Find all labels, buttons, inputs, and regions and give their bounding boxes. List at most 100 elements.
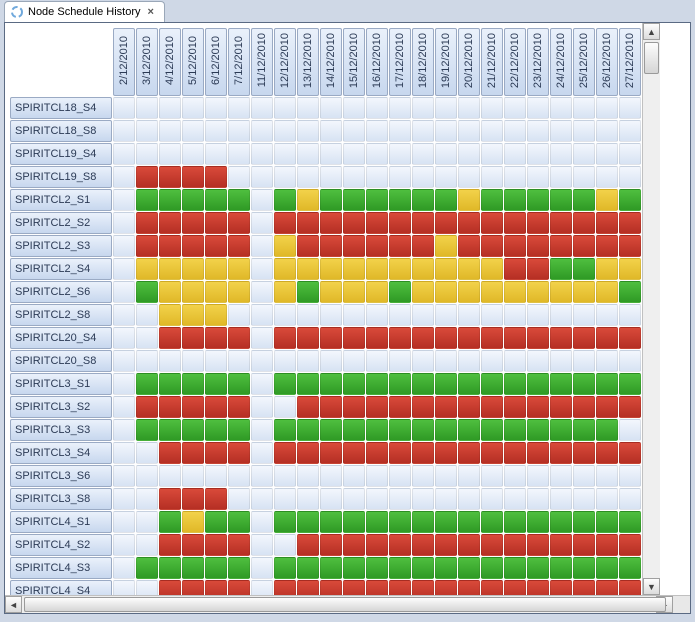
status-cell[interactable] bbox=[228, 511, 250, 533]
status-cell[interactable] bbox=[619, 350, 641, 372]
status-cell[interactable] bbox=[136, 143, 158, 165]
status-cell[interactable] bbox=[228, 373, 250, 395]
status-cell[interactable] bbox=[159, 189, 181, 211]
status-cell[interactable] bbox=[297, 488, 319, 510]
status-cell[interactable] bbox=[136, 465, 158, 487]
status-cell[interactable] bbox=[435, 534, 457, 556]
status-cell[interactable] bbox=[297, 120, 319, 142]
status-cell[interactable] bbox=[205, 212, 227, 234]
status-cell[interactable] bbox=[412, 534, 434, 556]
status-cell[interactable] bbox=[113, 143, 135, 165]
status-cell[interactable] bbox=[573, 143, 595, 165]
status-cell[interactable] bbox=[596, 143, 618, 165]
status-cell[interactable] bbox=[596, 557, 618, 579]
status-cell[interactable] bbox=[136, 396, 158, 418]
date-column-header[interactable]: 5/12/2010 bbox=[182, 28, 204, 96]
status-cell[interactable] bbox=[159, 235, 181, 257]
vertical-scrollbar[interactable]: ▲ ▼ bbox=[642, 23, 660, 595]
node-row-header[interactable]: SPIRITCL20_S4 bbox=[10, 327, 112, 349]
status-cell[interactable] bbox=[412, 511, 434, 533]
status-cell[interactable] bbox=[251, 373, 273, 395]
status-cell[interactable] bbox=[550, 580, 572, 595]
status-cell[interactable] bbox=[527, 442, 549, 464]
status-cell[interactable] bbox=[527, 465, 549, 487]
status-cell[interactable] bbox=[205, 511, 227, 533]
status-cell[interactable] bbox=[297, 511, 319, 533]
status-cell[interactable] bbox=[550, 327, 572, 349]
status-cell[interactable] bbox=[320, 212, 342, 234]
node-row-header[interactable]: SPIRITCL3_S8 bbox=[10, 488, 112, 510]
status-cell[interactable] bbox=[274, 327, 296, 349]
date-column-header[interactable]: 16/12/2010 bbox=[366, 28, 388, 96]
status-cell[interactable] bbox=[228, 304, 250, 326]
status-cell[interactable] bbox=[435, 373, 457, 395]
status-cell[interactable] bbox=[412, 327, 434, 349]
status-cell[interactable] bbox=[435, 511, 457, 533]
status-cell[interactable] bbox=[458, 166, 480, 188]
status-cell[interactable] bbox=[389, 258, 411, 280]
status-cell[interactable] bbox=[527, 557, 549, 579]
status-cell[interactable] bbox=[389, 304, 411, 326]
status-cell[interactable] bbox=[159, 258, 181, 280]
status-cell[interactable] bbox=[343, 97, 365, 119]
status-cell[interactable] bbox=[320, 396, 342, 418]
status-cell[interactable] bbox=[619, 189, 641, 211]
status-cell[interactable] bbox=[389, 488, 411, 510]
status-cell[interactable] bbox=[550, 534, 572, 556]
status-cell[interactable] bbox=[205, 258, 227, 280]
status-cell[interactable] bbox=[113, 120, 135, 142]
status-cell[interactable] bbox=[550, 304, 572, 326]
status-cell[interactable] bbox=[274, 97, 296, 119]
status-cell[interactable] bbox=[159, 97, 181, 119]
status-cell[interactable] bbox=[136, 166, 158, 188]
status-cell[interactable] bbox=[527, 373, 549, 395]
status-cell[interactable] bbox=[550, 442, 572, 464]
status-cell[interactable] bbox=[343, 580, 365, 595]
status-cell[interactable] bbox=[527, 212, 549, 234]
status-cell[interactable] bbox=[596, 511, 618, 533]
status-cell[interactable] bbox=[182, 235, 204, 257]
status-cell[interactable] bbox=[113, 534, 135, 556]
status-cell[interactable] bbox=[504, 580, 526, 595]
status-cell[interactable] bbox=[297, 557, 319, 579]
status-cell[interactable] bbox=[366, 327, 388, 349]
status-cell[interactable] bbox=[297, 350, 319, 372]
status-cell[interactable] bbox=[481, 143, 503, 165]
status-cell[interactable] bbox=[205, 534, 227, 556]
status-cell[interactable] bbox=[274, 281, 296, 303]
status-cell[interactable] bbox=[527, 396, 549, 418]
status-cell[interactable] bbox=[136, 511, 158, 533]
node-row-header[interactable]: SPIRITCL18_S8 bbox=[10, 120, 112, 142]
node-row-header[interactable]: SPIRITCL2_S3 bbox=[10, 235, 112, 257]
status-cell[interactable] bbox=[550, 143, 572, 165]
status-cell[interactable] bbox=[343, 396, 365, 418]
status-cell[interactable] bbox=[435, 235, 457, 257]
status-cell[interactable] bbox=[228, 350, 250, 372]
status-cell[interactable] bbox=[297, 235, 319, 257]
status-cell[interactable] bbox=[320, 350, 342, 372]
status-cell[interactable] bbox=[366, 281, 388, 303]
status-cell[interactable] bbox=[527, 511, 549, 533]
horizontal-scroll-track[interactable] bbox=[22, 596, 656, 613]
status-cell[interactable] bbox=[205, 350, 227, 372]
status-cell[interactable] bbox=[228, 120, 250, 142]
date-column-header[interactable]: 13/12/2010 bbox=[297, 28, 319, 96]
status-cell[interactable] bbox=[435, 465, 457, 487]
status-cell[interactable] bbox=[458, 488, 480, 510]
status-cell[interactable] bbox=[274, 373, 296, 395]
status-cell[interactable] bbox=[573, 235, 595, 257]
status-cell[interactable] bbox=[205, 189, 227, 211]
status-cell[interactable] bbox=[297, 143, 319, 165]
status-cell[interactable] bbox=[136, 120, 158, 142]
node-row-header[interactable]: SPIRITCL18_S4 bbox=[10, 97, 112, 119]
status-cell[interactable] bbox=[320, 189, 342, 211]
status-cell[interactable] bbox=[320, 442, 342, 464]
status-cell[interactable] bbox=[550, 166, 572, 188]
status-cell[interactable] bbox=[205, 465, 227, 487]
status-cell[interactable] bbox=[458, 143, 480, 165]
status-cell[interactable] bbox=[366, 350, 388, 372]
status-cell[interactable] bbox=[366, 143, 388, 165]
status-cell[interactable] bbox=[389, 97, 411, 119]
status-cell[interactable] bbox=[504, 258, 526, 280]
status-cell[interactable] bbox=[596, 534, 618, 556]
